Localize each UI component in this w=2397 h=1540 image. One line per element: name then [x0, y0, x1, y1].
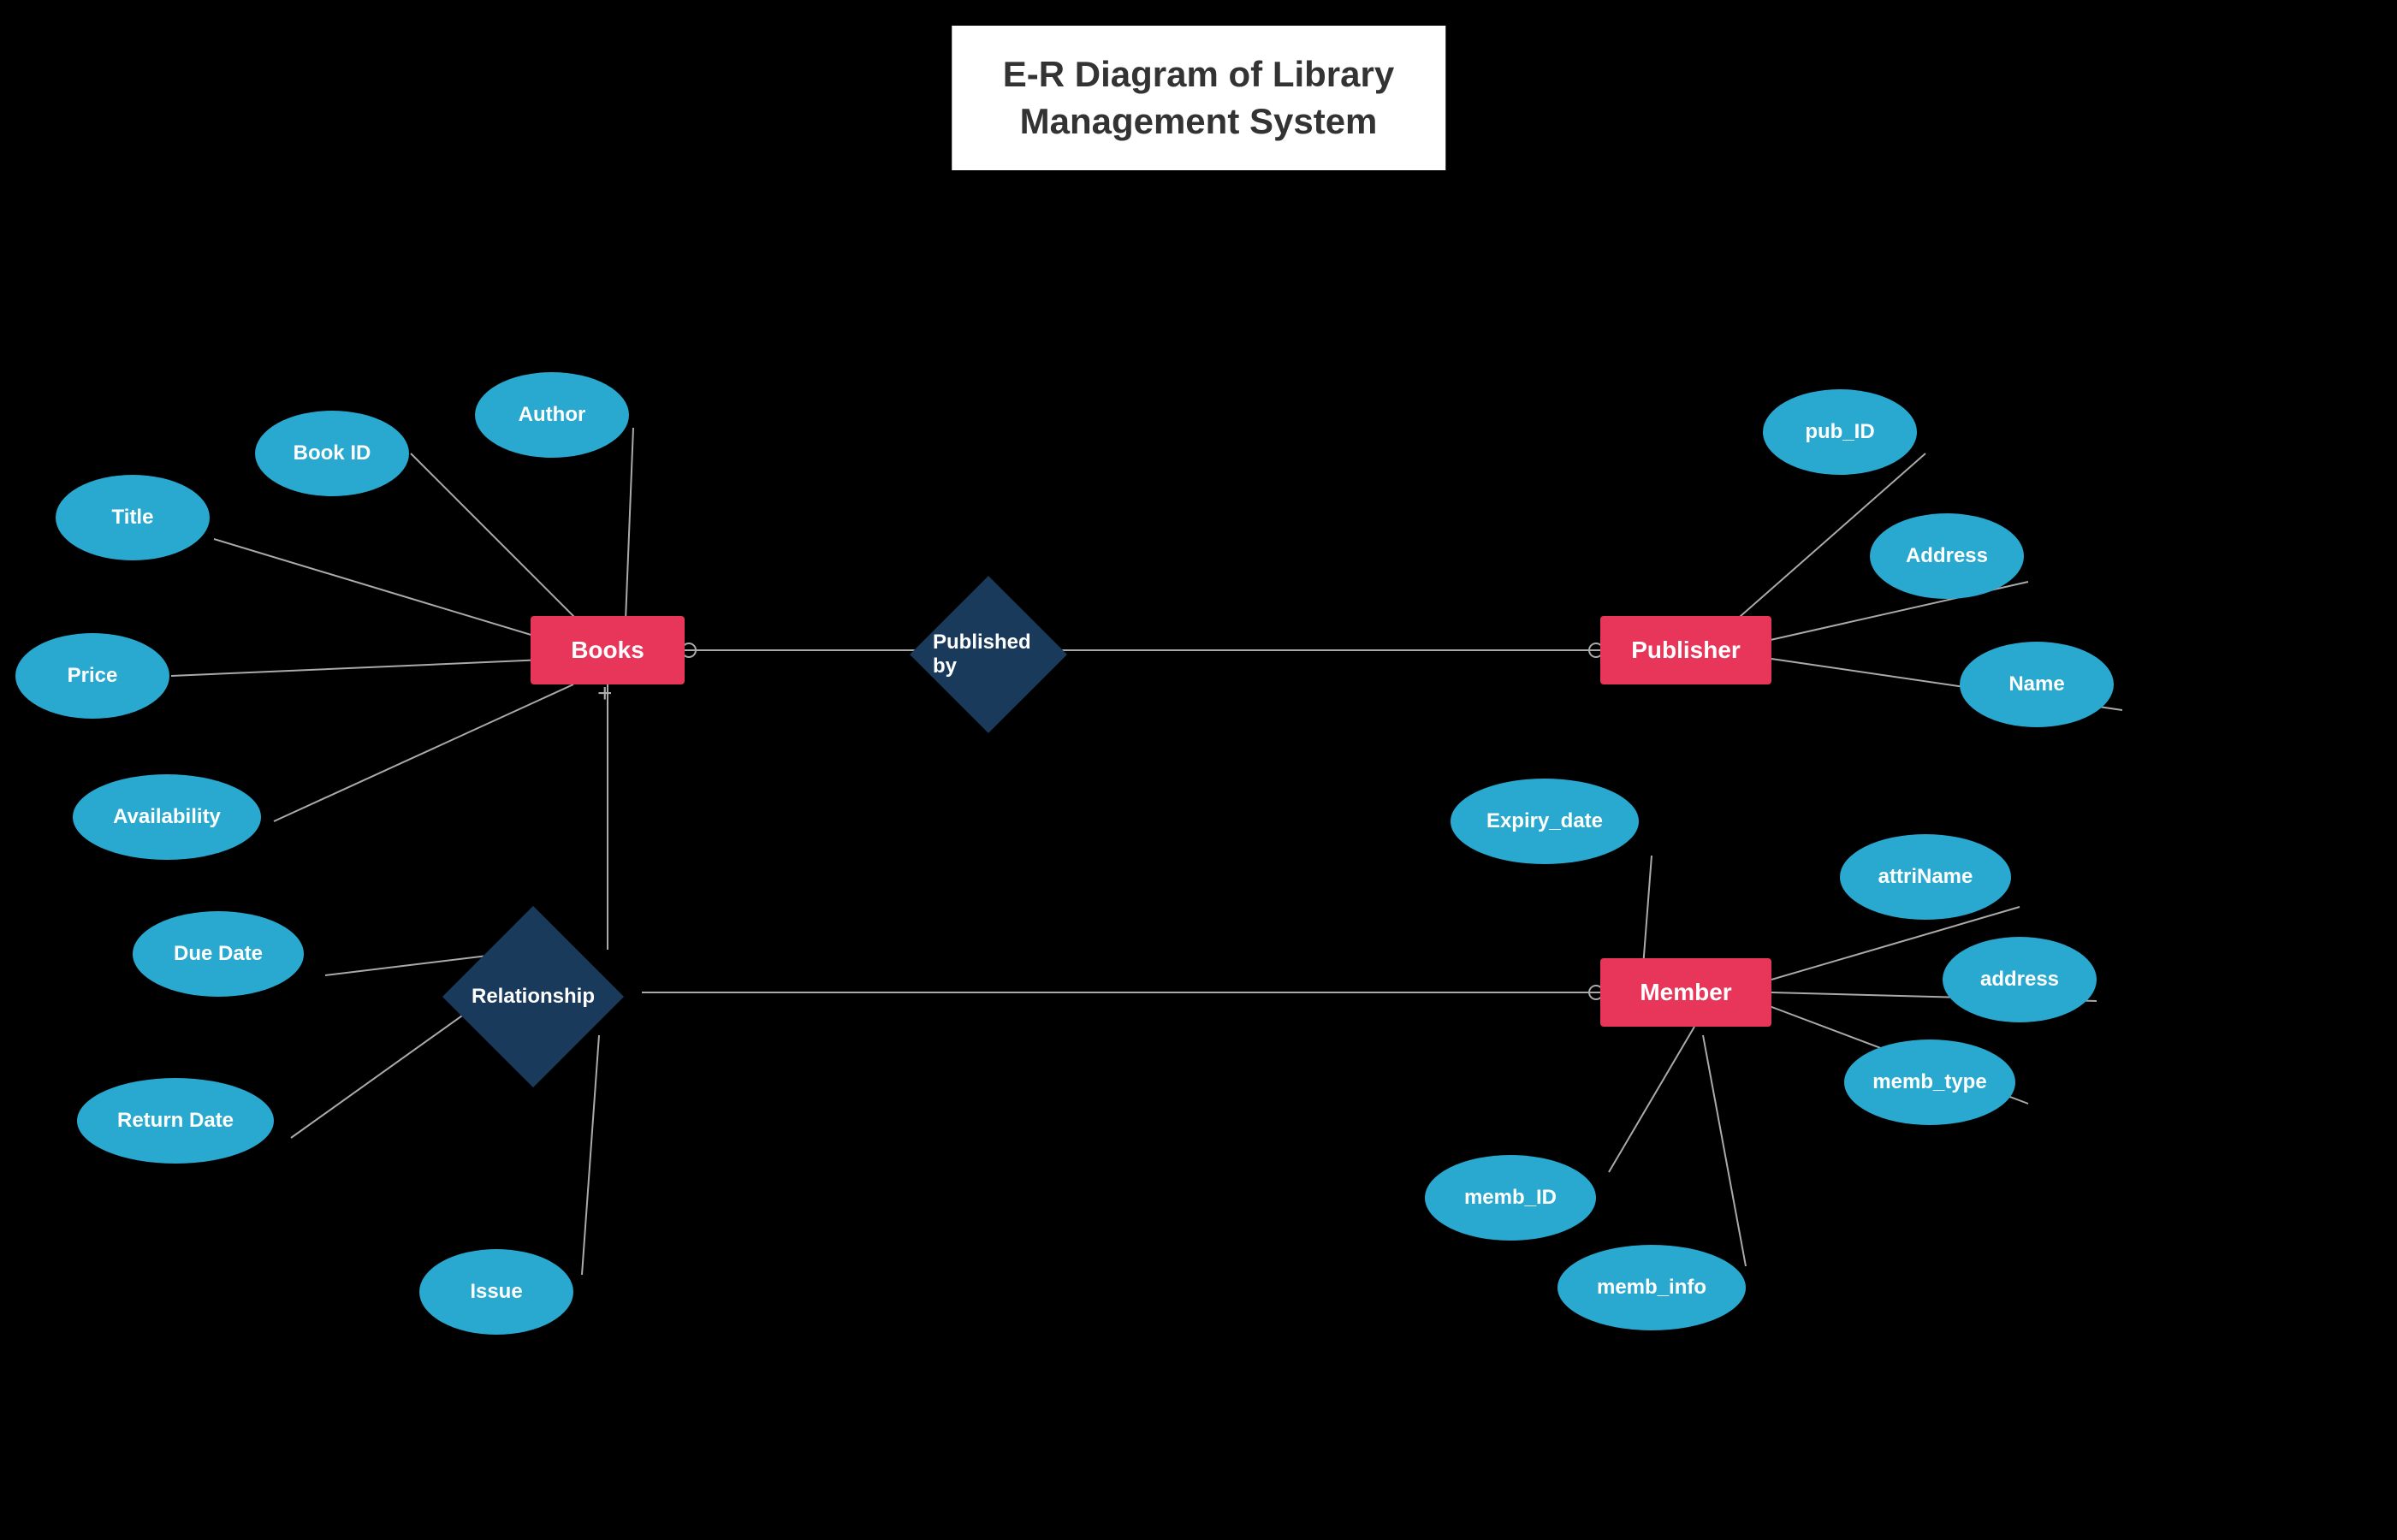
entity-books: Books — [531, 616, 685, 684]
attribute-pub-id: pub_ID — [1763, 389, 1917, 475]
title-box: E-R Diagram of Library Management System — [952, 26, 1445, 170]
attribute-due-date: Due Date — [133, 911, 304, 997]
diagram-title: E-R Diagram of Library Management System — [1003, 51, 1394, 145]
relationship-borrow: Relationship — [442, 906, 624, 1087]
attribute-address-member: address — [1943, 937, 2097, 1022]
attribute-issue: Issue — [419, 1249, 573, 1335]
relationship-published-by: Published by — [910, 576, 1067, 733]
diagram-lines: + — [0, 0, 2397, 1540]
attribute-return-date: Return Date — [77, 1078, 274, 1164]
attribute-memb-id: memb_ID — [1425, 1155, 1596, 1241]
attribute-availability: Availability — [73, 774, 261, 860]
attribute-expiry-date: Expiry_date — [1451, 779, 1639, 864]
attribute-title: Title — [56, 475, 210, 560]
relationship-borrow-label: Relationship — [472, 985, 595, 1009]
attribute-memb-type: memb_type — [1844, 1040, 2015, 1125]
attribute-address-publisher: Address — [1870, 513, 2024, 599]
attribute-attriname: attriName — [1840, 834, 2011, 920]
attribute-author: Author — [475, 372, 629, 458]
attribute-book-id: Book ID — [255, 411, 409, 496]
attribute-memb-info: memb_info — [1557, 1245, 1746, 1330]
relationship-published-by-label: Published by — [933, 631, 1044, 678]
attribute-price: Price — [15, 633, 169, 719]
attribute-name-publisher: Name — [1960, 642, 2114, 727]
entity-publisher: Publisher — [1600, 616, 1771, 684]
entity-member: Member — [1600, 958, 1771, 1027]
